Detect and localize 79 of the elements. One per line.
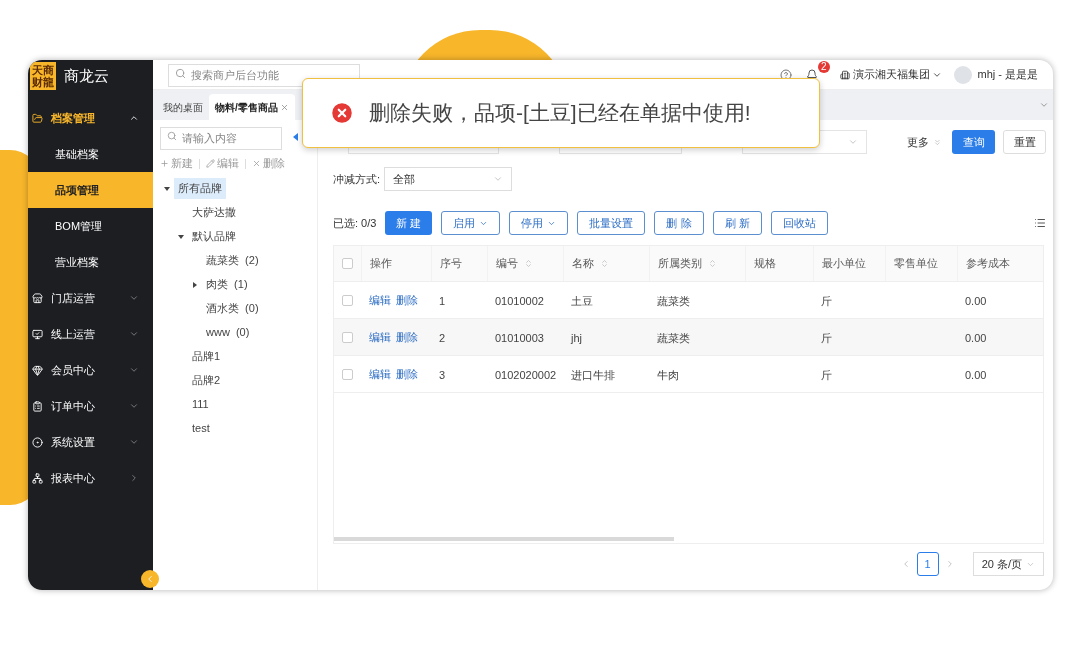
search-field[interactable]: 请输入内容 (160, 126, 282, 150)
sidebar-item[interactable]: 订单中心 (28, 388, 153, 424)
page-size-select[interactable]: 20 条/页 (972, 552, 1044, 576)
selected-count: 已选: 0/3 (333, 215, 377, 231)
row-action-link[interactable]: 编辑 (369, 365, 391, 383)
tab[interactable]: 物料/零售商品 (209, 94, 295, 120)
toolbar-button[interactable]: 删 除 (654, 211, 704, 235)
column-header[interactable]: 所属类别 (649, 246, 745, 281)
table-cell: 01010002 (495, 295, 544, 307)
sidebar-item[interactable]: 会员中心 (28, 352, 153, 388)
notification-badge: 2 (817, 61, 830, 73)
sidebar-item[interactable]: 报表中心 (28, 460, 153, 496)
reset-button[interactable]: 重置 (1003, 130, 1046, 154)
tree-item[interactable]: 品牌2 (188, 370, 225, 391)
app-name: 商龙云 (64, 65, 109, 86)
table-cell: 0102020002 (495, 369, 557, 381)
submenu-item[interactable]: 基础档案 (28, 136, 153, 172)
table-cell: 01010003 (495, 332, 544, 344)
logo-icon: 天商 财龍 (30, 62, 56, 90)
column-header[interactable]: 序号 (431, 246, 487, 281)
table-cell: jhj (571, 332, 582, 344)
column-header[interactable]: 零售单位 (885, 246, 957, 281)
table-cell: 进口牛排 (571, 369, 615, 381)
company-switcher[interactable]: 演示湘天福集团 (852, 66, 930, 83)
tree-item[interactable]: www (0) (202, 322, 254, 343)
table-cell: 1 (439, 295, 446, 307)
table-cell: 3 (439, 369, 446, 381)
table-cell: 斤 (821, 332, 832, 344)
toolbar-button[interactable]: 停用 (509, 211, 569, 235)
query-button[interactable]: 查询 (952, 130, 996, 154)
toolbar-button[interactable]: 刷 新 (712, 211, 762, 235)
row-action-link[interactable]: 编辑 (369, 328, 391, 346)
table-cell: 蔬菜类 (657, 332, 690, 344)
tab[interactable]: 我的桌面 (157, 94, 209, 120)
toolbar-button[interactable]: 批量设置 (577, 211, 646, 235)
submenu-item[interactable]: 营业档案 (28, 244, 153, 280)
column-header[interactable]: 最小单位 (813, 246, 885, 281)
row-action-link[interactable]: 删除 (396, 328, 418, 346)
tree-item[interactable]: 所有品牌 (174, 178, 226, 199)
user-name[interactable]: mhj - 是是是 (977, 66, 1038, 83)
toolbar-button[interactable]: 回收站 (770, 211, 828, 235)
row-action-link[interactable]: 删除 (396, 291, 418, 309)
toolbar-button[interactable]: 新 建 (385, 211, 433, 235)
table-cell: 0.00 (965, 295, 987, 307)
tree-item[interactable]: 111 (188, 394, 213, 415)
table-cell: 斤 (821, 369, 832, 381)
column-header: 操作 (370, 256, 392, 272)
tree-item[interactable]: 默认品牌 (188, 226, 240, 247)
column-header[interactable]: 编号 (487, 246, 563, 281)
sidebar-item[interactable]: 线上运营 (28, 316, 153, 352)
toast-message: 删除失败，品项-[土豆]已经在单据中使用! (369, 100, 751, 127)
submenu-item[interactable]: BOM管理 (28, 208, 153, 244)
deduct-select[interactable]: 全部 (384, 167, 513, 191)
tree-item[interactable]: 肉类 (1) (202, 274, 252, 295)
tree-item[interactable]: 酒水类 (0) (202, 298, 263, 319)
tree-item[interactable]: 品牌1 (188, 346, 225, 367)
page-button[interactable]: 1 (916, 552, 939, 576)
row-action-link[interactable]: 编辑 (369, 291, 391, 309)
table-cell: 2 (439, 332, 446, 344)
table-cell: 斤 (821, 295, 832, 307)
sidebar-item[interactable]: 门店运营 (28, 280, 153, 316)
submenu-item[interactable]: 品项管理 (28, 172, 153, 208)
table-cell: 0.00 (965, 369, 987, 381)
table-cell: 土豆 (571, 295, 593, 307)
table-cell: 0.00 (965, 332, 987, 344)
tree-item[interactable]: test (188, 418, 214, 439)
tree-item[interactable]: 蔬菜类 (2) (202, 250, 263, 271)
column-header[interactable]: 名称 (563, 246, 649, 281)
more-button[interactable]: 更多 (907, 133, 930, 151)
table-cell: 蔬菜类 (657, 295, 690, 307)
toolbar-button[interactable]: 启用 (441, 211, 501, 235)
sidebar-item[interactable]: 档案管理 (28, 100, 153, 136)
table-cell: 牛肉 (657, 369, 679, 381)
tree-item[interactable]: 大萨达撒 (188, 202, 240, 223)
column-header[interactable]: 参考成本 (957, 246, 1033, 281)
row-action-link[interactable]: 删除 (396, 365, 418, 383)
sidebar-item[interactable]: 系统设置 (28, 424, 153, 460)
filter-label: 冲减方式: (333, 171, 381, 187)
column-header[interactable]: 规格 (745, 246, 813, 281)
